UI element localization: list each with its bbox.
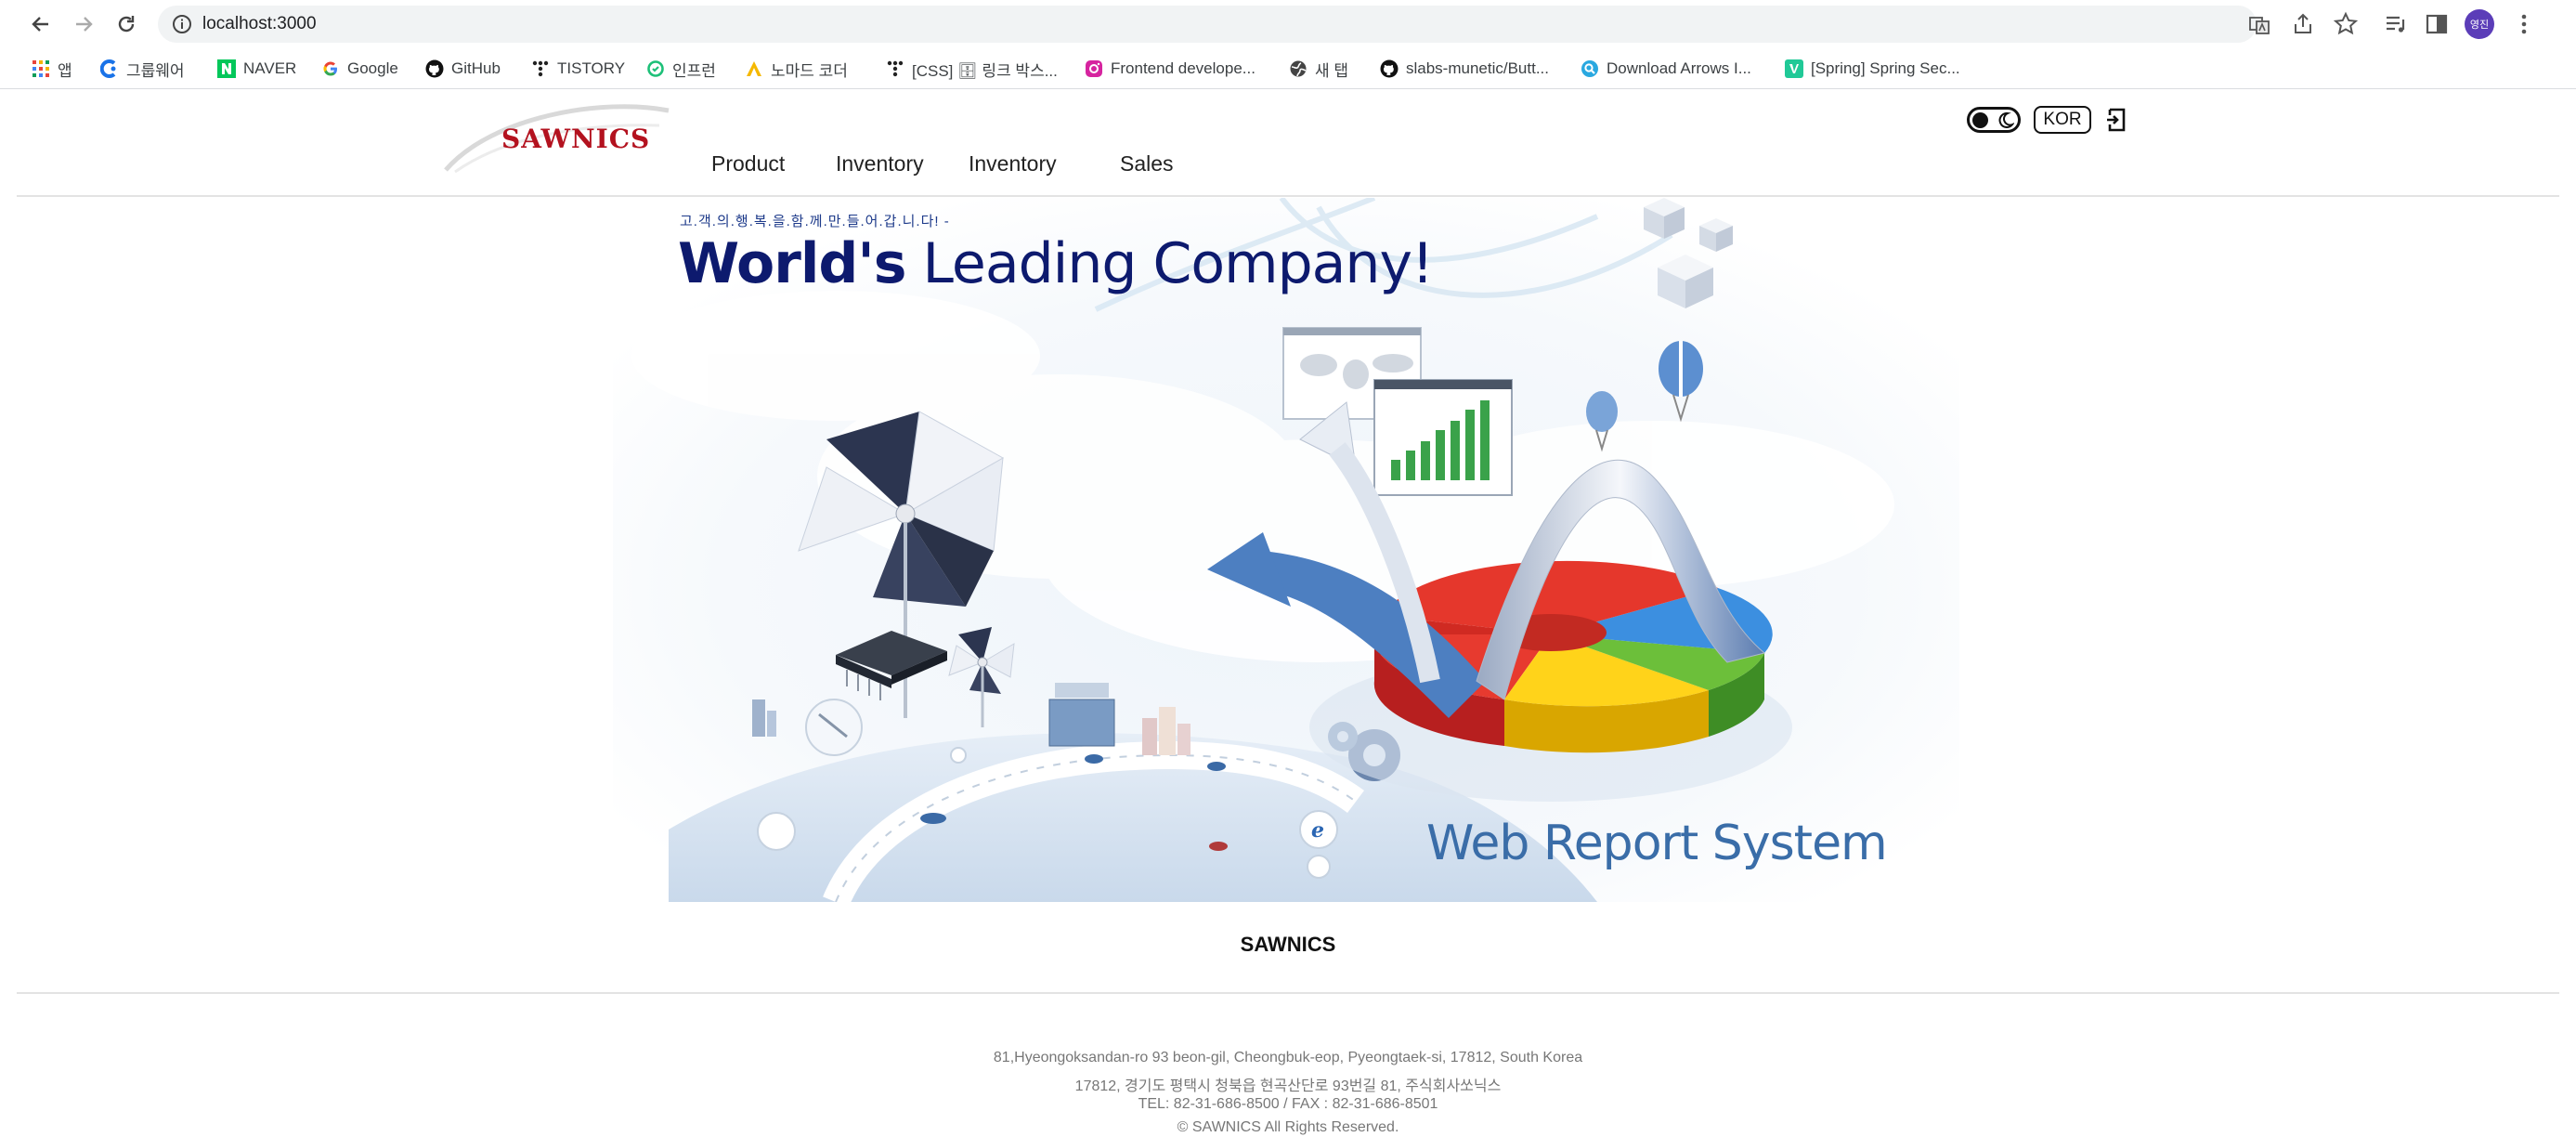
forward-button[interactable]: [69, 9, 98, 39]
moon-icon: [1998, 111, 2014, 128]
bookmark-naver[interactable]: NAVER: [217, 56, 296, 82]
menu-inventory[interactable]: Inventory: [836, 151, 924, 176]
back-button[interactable]: [26, 9, 56, 39]
hero-banner: e 고.객.의.행.복.을.함.께.만.들.어.갑.니.다! - World's…: [613, 198, 1959, 902]
address-bar[interactable]: localhost:3000: [158, 6, 2270, 43]
tistory-icon: [886, 59, 904, 78]
header-divider: [17, 195, 2559, 197]
footer-address-ko: 17812, 경기도 평택시 청북읍 현곡산단로 93번길 81, 주식회사쏘닉…: [1074, 1078, 1502, 1094]
footer-address-en: 81,Hyeongoksandan-ro 93 beon-gil, Cheong…: [993, 1050, 1583, 1065]
bookmark-label: GitHub: [451, 59, 501, 77]
bookmark-label: 그룹웨어: [126, 61, 185, 80]
forward-arrow-icon: [76, 17, 93, 32]
bookmark-label: 노마드 코더: [771, 61, 848, 80]
banner-subtitle: Web Report System: [1426, 816, 1888, 871]
bookmark-star-icon[interactable]: [2333, 11, 2359, 37]
screen-bar-graph: [1373, 379, 1513, 496]
bookmark-css-link-box[interactable]: [CSS] 🗄 링크 박스...: [886, 56, 1058, 82]
reading-list-icon[interactable]: [2383, 11, 2409, 37]
bookmark-label: 새 탭: [1315, 61, 1349, 80]
bookmark-label: [CSS] 🗄 링크 박스...: [912, 61, 1058, 80]
share-icon[interactable]: [2290, 11, 2316, 37]
footer-divider: [17, 992, 2559, 994]
bookmarks-bar: 앱 그룹웨어 NAVER Google GitHub TISTORY 인프런 노…: [0, 48, 2576, 89]
bookmark-label: 인프런: [672, 61, 716, 80]
menu-product[interactable]: Product: [711, 151, 785, 176]
url-text[interactable]: localhost:3000: [202, 14, 317, 34]
bookmark-label: Frontend develope...: [1111, 59, 1255, 77]
bookmark-inflearn[interactable]: 인프런: [646, 56, 716, 82]
translate-icon[interactable]: [2247, 13, 2271, 37]
toggle-knob: [1972, 112, 1988, 128]
reload-icon: [118, 16, 135, 33]
github-icon: [1380, 59, 1399, 78]
bookmark-spring-security[interactable]: [Spring] Spring Sec...: [1785, 56, 1960, 82]
browser-toolbar: localhost:3000 영진: [0, 0, 2576, 48]
bookmark-apps[interactable]: 앱: [32, 56, 72, 82]
apps-grid-icon: [32, 59, 50, 78]
bookmark-label: [Spring] Spring Sec...: [1811, 59, 1960, 77]
menu-inventory-2[interactable]: Inventory: [969, 151, 1057, 176]
bookmark-label: Google: [347, 59, 398, 77]
bookmark-google[interactable]: Google: [321, 56, 398, 82]
profile-avatar[interactable]: 영진: [2465, 9, 2494, 39]
tistory-icon: [531, 59, 550, 78]
inflearn-icon: [646, 59, 665, 78]
bookmark-github[interactable]: GitHub: [425, 56, 501, 82]
bookmark-new-tab[interactable]: 새 탭: [1289, 56, 1348, 82]
site-info-icon[interactable]: [171, 13, 193, 35]
bookmark-slabs-munetic[interactable]: slabs-munetic/Butt...: [1380, 56, 1549, 82]
bookmark-frontend-developer[interactable]: Frontend develope...: [1085, 56, 1255, 82]
search-site-icon: [1581, 59, 1599, 78]
nomad-coder-icon: [745, 59, 763, 78]
instagram-icon: [1085, 59, 1103, 78]
banner-title-rest: Leading Company!: [922, 231, 1434, 296]
banner-title: World's Leading Company!: [678, 231, 1434, 296]
globe-icon: [1289, 59, 1308, 78]
satellite-dish: [805, 699, 863, 756]
github-icon: [425, 59, 444, 78]
menu-sales[interactable]: Sales: [1120, 151, 1174, 176]
more-menu-icon[interactable]: [2511, 11, 2537, 37]
bookmark-nomad-coder[interactable]: 노마드 코더: [745, 56, 848, 82]
bookmark-label: NAVER: [243, 59, 297, 77]
google-icon: [321, 59, 340, 78]
banner-title-bold: World's: [678, 231, 906, 296]
logout-icon[interactable]: [2104, 106, 2128, 134]
bookmark-groupware[interactable]: 그룹웨어: [100, 56, 185, 82]
bookmark-label: slabs-munetic/Butt...: [1406, 59, 1550, 77]
theme-toggle[interactable]: [1967, 107, 2021, 133]
svg-text:e: e: [1311, 818, 1324, 843]
side-panel-icon[interactable]: [2424, 11, 2450, 37]
bookmark-label: Download Arrows I...: [1607, 59, 1751, 77]
groupware-icon: [100, 59, 119, 78]
bookmark-label: TISTORY: [557, 59, 626, 77]
bookmark-tistory[interactable]: TISTORY: [531, 56, 625, 82]
velog-icon: [1785, 59, 1803, 78]
footer-copyright: © SAWNICS All Rights Reserved.: [1177, 1119, 1399, 1135]
banner-illustration: e: [613, 198, 1959, 902]
footer-contact: TEL: 82-31-686-8500 / FAX : 82-31-686-85…: [1138, 1096, 1438, 1112]
naver-icon: [217, 59, 236, 78]
banner-slogan: 고.객.의.행.복.을.함.께.만.들.어.갑.니.다! -: [680, 214, 950, 229]
reload-button[interactable]: [111, 9, 141, 39]
logo-text: SAWNICS: [501, 124, 651, 154]
bookmark-download-arrows[interactable]: Download Arrows I...: [1581, 56, 1751, 82]
bookmark-label: 앱: [58, 61, 72, 80]
company-logo[interactable]: SAWNICS: [436, 98, 678, 176]
back-arrow-icon: [32, 17, 48, 32]
language-button[interactable]: KOR: [2034, 106, 2091, 134]
page-content: SAWNICS Product Inventory Inventory Sale…: [0, 90, 2576, 1137]
footer-company: SAWNICS: [1240, 933, 1336, 956]
